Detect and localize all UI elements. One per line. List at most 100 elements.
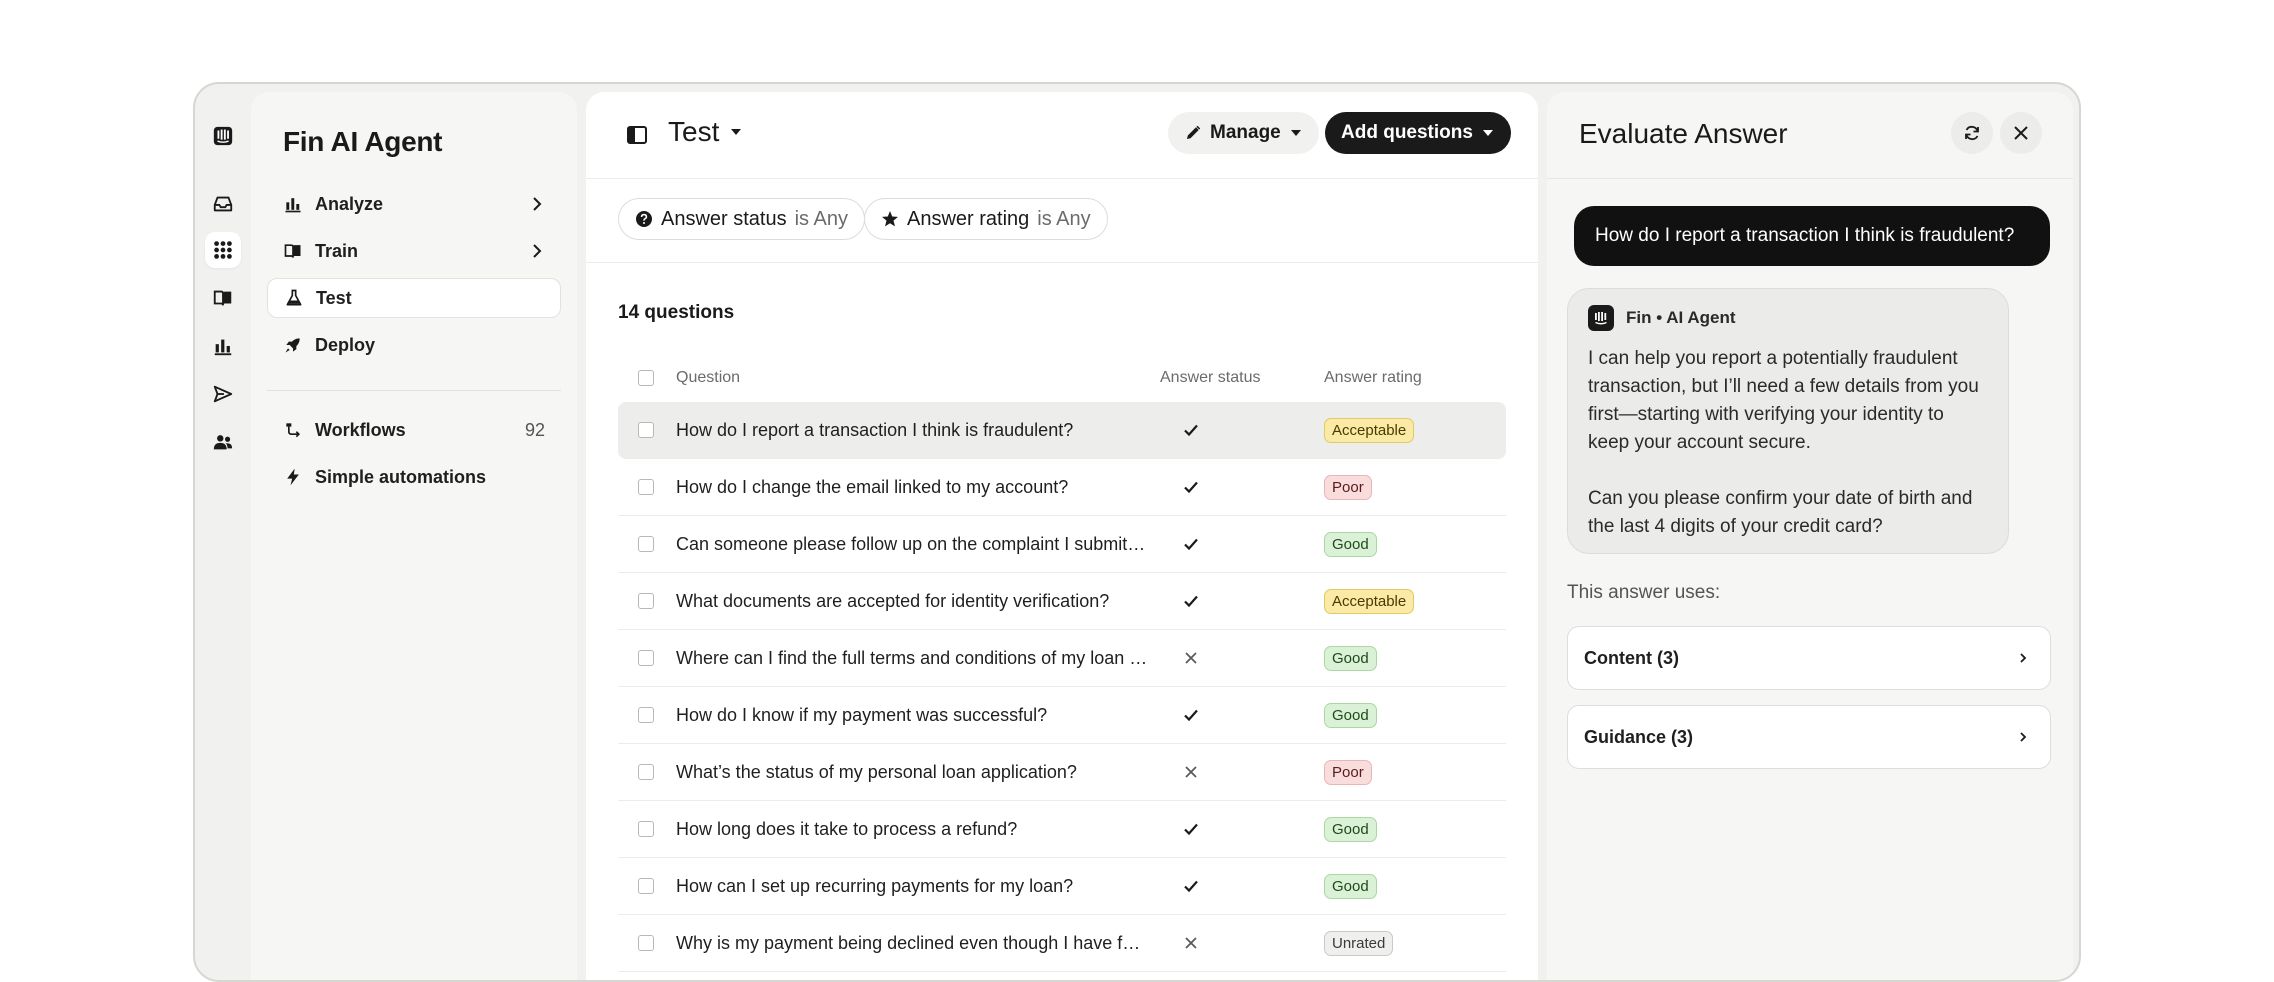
table-row[interactable]: How can I set up recurring payments for … [618, 858, 1506, 915]
answer-status-cell [1160, 421, 1324, 439]
column-answer-rating: Answer rating [1324, 369, 1422, 386]
question-text: How can I set up recurring payments for … [676, 875, 1074, 896]
cross-icon [1185, 937, 1197, 949]
guidance-card[interactable]: Guidance (3) [1567, 705, 2051, 769]
evaluate-title: Evaluate Answer [1579, 118, 1788, 149]
answer-status-filter[interactable]: Answer status is Any [618, 198, 865, 240]
nav-item-simple-automations[interactable]: Simple automations [267, 457, 561, 497]
inbox-icon[interactable] [205, 186, 241, 222]
intercom-logo-icon[interactable] [205, 118, 241, 154]
book-icon[interactable] [205, 280, 241, 316]
question-text: How do I report a transaction I think is… [676, 419, 1074, 440]
answer-status-cell [1160, 877, 1324, 895]
column-answer-status: Answer status [1160, 369, 1261, 386]
question-text: What documents are accepted for identity… [676, 590, 1110, 611]
navigation-panel: Fin AI Agent Analyze Train Test Deploy W… [251, 92, 577, 980]
flask-icon [286, 289, 302, 306]
nav-item-deploy[interactable]: Deploy [267, 325, 561, 365]
answer-rating-cell: Acceptable [1324, 417, 1506, 443]
apps-grid-icon[interactable] [205, 232, 241, 268]
answer-paragraph: Can you please confirm your date of birt… [1588, 488, 1973, 537]
answer-status-cell [1160, 706, 1324, 724]
filter-name: Answer rating [907, 207, 1030, 230]
manage-button-label: Manage [1210, 122, 1281, 143]
nav-item-test[interactable]: Test [267, 278, 561, 318]
filter-operator: is Any [794, 207, 848, 230]
row-checkbox[interactable] [638, 935, 654, 951]
caret-down-icon [731, 129, 742, 135]
nav-item-label: Deploy [315, 334, 376, 355]
row-checkbox[interactable] [638, 821, 654, 837]
question-text: Can someone please follow up on the comp… [676, 533, 1158, 554]
nav-item-analyze[interactable]: Analyze [267, 184, 561, 224]
question-text: How do I know if my payment was successf… [676, 704, 1048, 725]
caret-down-icon [1290, 130, 1301, 136]
answer-paragraph: I can help you report a potentially frau… [1588, 348, 1979, 453]
nav-title: Fin AI Agent [283, 126, 443, 157]
answer-rating-cell: Good [1324, 702, 1506, 728]
rating-badge: Good [1324, 816, 1377, 842]
table-row[interactable]: What’s the status of my personal loan ap… [618, 744, 1506, 801]
row-checkbox[interactable] [638, 764, 654, 780]
row-checkbox[interactable] [638, 650, 654, 666]
answer-rating-cell: Good [1324, 531, 1506, 557]
table-row[interactable]: Why is my payment being declined even th… [618, 915, 1506, 972]
agent-header: Fin • AI Agent [1588, 305, 1988, 331]
table-row[interactable]: Can someone please follow up on the comp… [618, 516, 1506, 573]
rating-badge: Poor [1324, 474, 1372, 500]
filter-operator: is Any [1037, 207, 1091, 230]
add-questions-button[interactable]: Add questions [1325, 112, 1511, 154]
nav-item-workflows[interactable]: Workflows 92 [267, 410, 561, 450]
nav-item-train[interactable]: Train [267, 231, 561, 271]
rating-badge: Good [1324, 531, 1377, 557]
row-checkbox[interactable] [638, 536, 654, 552]
answer-status-cell [1160, 535, 1324, 553]
agent-answer-bubble: Fin • AI Agent I can help you report a p… [1567, 288, 2009, 554]
close-button[interactable] [2000, 112, 2042, 154]
manage-button[interactable]: Manage [1168, 112, 1319, 154]
row-checkbox[interactable] [638, 878, 654, 894]
checkmark-icon [1184, 823, 1198, 836]
test-main-panel: Test Manage Add questions Answer status … [586, 92, 1538, 980]
content-sources-card[interactable]: Content (3) [1567, 626, 2051, 690]
people-icon[interactable] [205, 424, 241, 460]
app-window: Fin AI Agent Analyze Train Test Deploy W… [193, 82, 2081, 982]
answer-rating-cell: Good [1324, 873, 1506, 899]
answer-uses-label: This answer uses: [1567, 582, 1721, 603]
table-header: Question Answer status Answer rating [618, 354, 1506, 402]
chevron-right-icon [533, 244, 542, 258]
rating-badge: Good [1324, 702, 1377, 728]
bar-chart-icon[interactable] [205, 328, 241, 364]
row-checkbox[interactable] [638, 707, 654, 723]
table-body: How do I report a transaction I think is… [618, 402, 1506, 972]
select-all-checkbox[interactable] [638, 370, 654, 386]
rocket-icon [285, 338, 300, 353]
table-row[interactable]: What documents are accepted for identity… [618, 573, 1506, 630]
refresh-button[interactable] [1951, 112, 1993, 154]
table-row[interactable]: Where can I find the full terms and cond… [618, 630, 1506, 687]
evaluate-header: Evaluate Answer [1547, 92, 2073, 179]
answer-rating-cell: Good [1324, 645, 1506, 671]
answer-status-cell [1160, 763, 1324, 781]
checkmark-icon [1184, 424, 1198, 437]
chevron-right-icon [2020, 653, 2027, 663]
table-row[interactable]: How long does it take to process a refun… [618, 801, 1506, 858]
rating-badge: Acceptable [1324, 588, 1415, 614]
send-icon[interactable] [205, 376, 241, 412]
answer-rating-filter[interactable]: Answer rating is Any [864, 198, 1108, 240]
page-title-dropdown[interactable]: Test [668, 116, 743, 148]
fin-logo-icon [1588, 305, 1614, 331]
checkmark-icon [1184, 481, 1198, 494]
sidebar-toggle-icon[interactable] [626, 124, 648, 146]
table-row[interactable]: How do I change the email linked to my a… [618, 459, 1506, 516]
table-row[interactable]: How do I report a transaction I think is… [618, 402, 1506, 459]
cross-icon [1185, 652, 1197, 664]
row-checkbox[interactable] [638, 479, 654, 495]
table-row[interactable]: How do I know if my payment was successf… [618, 687, 1506, 744]
evaluate-answer-panel: Evaluate Answer How do I report a transa… [1547, 92, 2073, 980]
content-sources-label: Content (3) [1584, 647, 1679, 668]
row-checkbox[interactable] [638, 422, 654, 438]
user-message-bubble: How do I report a transaction I think is… [1574, 206, 2050, 266]
agent-name: Fin • AI Agent [1626, 308, 1736, 327]
row-checkbox[interactable] [638, 593, 654, 609]
